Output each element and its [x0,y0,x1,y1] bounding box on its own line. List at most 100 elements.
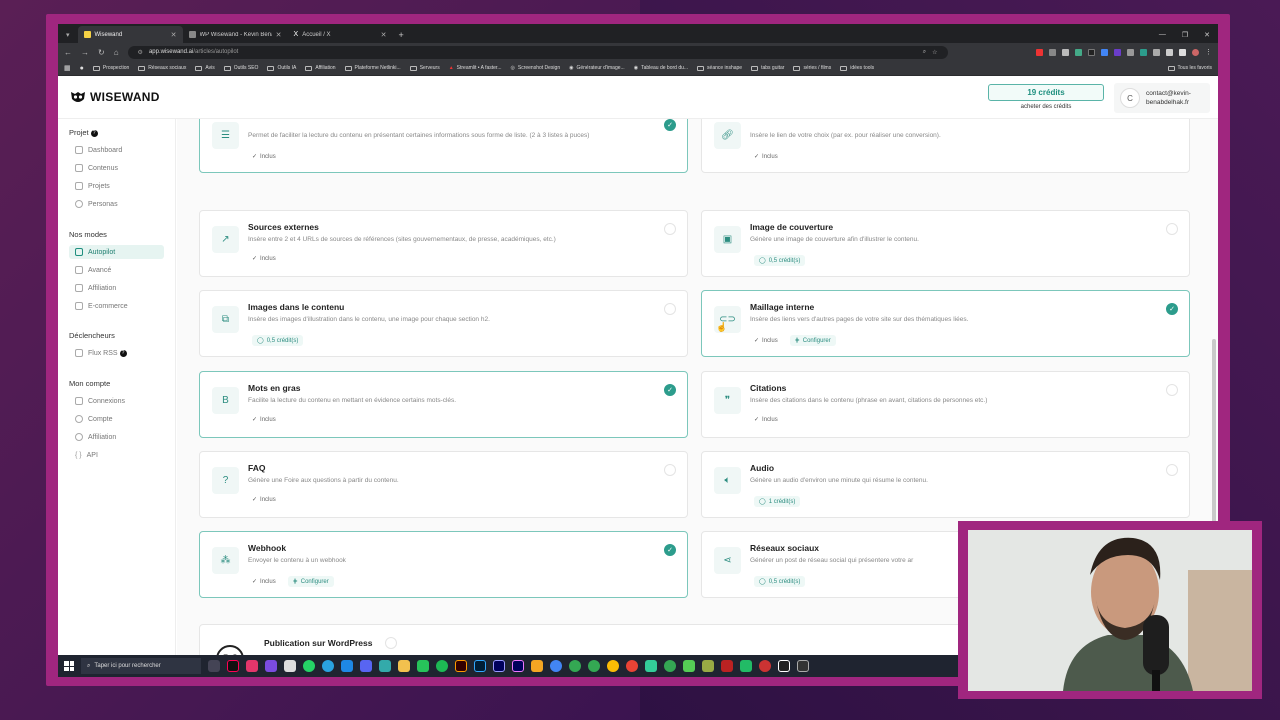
configure-button[interactable]: ⋕ Configurer [287,576,334,587]
app-icon[interactable] [341,660,353,672]
sidebar-item-affiliation-mode[interactable]: Affiliation [69,281,164,295]
option-card-sources[interactable]: ↗ Sources externes Insère entre 2 et 4 U… [199,210,688,277]
bookmark-icon[interactable]: ● [80,65,84,72]
bookmark-item[interactable]: idées tools [840,65,874,71]
tab-menu-icon[interactable]: ▾ [58,26,78,43]
extension-icon[interactable] [1140,48,1147,56]
extension-icon[interactable] [1075,48,1082,56]
chrome-icon[interactable] [569,660,581,672]
windows-start-icon[interactable] [64,661,74,671]
sidebar-item-projets[interactable]: Projets [69,179,164,193]
bookmark-item[interactable]: Réseaux sociaux [138,65,186,71]
select-radio[interactable] [664,464,676,476]
extension-icon[interactable] [1088,48,1095,56]
option-card-faq[interactable]: ? FAQ Génère une Foire aux questions à p… [199,451,688,518]
app-icon[interactable] [702,660,714,672]
task-view-icon[interactable] [208,660,220,672]
extension-icon[interactable] [1062,48,1069,56]
profile-icon[interactable] [1192,48,1199,56]
extension-icon[interactable] [1101,48,1108,56]
new-tab-icon[interactable]: + [399,26,404,43]
option-card-images[interactable]: ⧉ Images dans le contenu Insère des imag… [199,290,688,357]
explorer-icon[interactable] [398,660,410,672]
spotify-icon[interactable] [436,660,448,672]
app-icon[interactable] [246,660,258,672]
sidebar-item-affiliation-account[interactable]: Affiliation [69,430,164,444]
browser-tab-x[interactable]: X Accueil / X ✕ [288,26,393,43]
sidebar-item-personas[interactable]: Personas [69,197,164,211]
all-bookmarks[interactable]: Tous les favoris [1167,65,1212,71]
option-card-lists[interactable]: ☰ Permet de faciliter la lecture du cont… [199,119,688,173]
selected-check-icon[interactable]: ✓ [1166,303,1178,315]
bookmark-star-icon[interactable]: ☆ [932,49,937,56]
user-menu[interactable]: C contact@kevin- benabdelhak.fr [1114,83,1210,113]
after-effects-icon[interactable] [493,660,505,672]
chrome-icon[interactable] [588,660,600,672]
sidebar-item-compte[interactable]: Compte [69,412,164,426]
scrollbar[interactable] [1212,339,1216,539]
menu-dots-icon[interactable]: ⋮ [1205,49,1212,56]
apps-grid-icon[interactable]: ▦ [64,64,71,72]
app-icon[interactable] [531,660,543,672]
bookmark-item[interactable]: Outils IA [267,65,296,71]
select-radio[interactable] [1166,384,1178,396]
browser-tab-wp[interactable]: WP Wisewand - Kevin Benabdelhak ✕ [183,26,288,43]
select-radio[interactable] [664,223,676,235]
app-icon[interactable] [759,660,771,672]
bookmark-item[interactable]: ◉ Tableau de bord du... [634,65,688,71]
sidebar-item-dashboard[interactable]: Dashboard [69,143,164,157]
forward-icon[interactable]: → [81,48,89,57]
configure-button[interactable]: ⋕ Configurer [789,335,836,346]
download-icon[interactable] [1179,48,1186,56]
puzzle-icon[interactable] [1153,48,1160,56]
back-icon[interactable]: ← [64,48,72,57]
discord-icon[interactable] [360,660,372,672]
select-radio[interactable] [385,637,397,649]
bookmark-item[interactable]: Serveurs [409,65,440,71]
whatsapp-icon[interactable] [303,660,315,672]
extension-icon[interactable] [1127,48,1134,56]
capcut-icon[interactable] [778,660,790,672]
selected-check-icon[interactable]: ✓ [664,119,676,131]
app-icon[interactable] [265,660,277,672]
bookmark-item[interactable]: tabs guitar [751,65,784,71]
sidebar-item-connexions[interactable]: Connexions [69,394,164,408]
buy-credits-link[interactable]: acheter des crédits [988,104,1104,110]
close-tab-icon[interactable]: ✕ [276,31,282,39]
restore-icon[interactable]: ❐ [1182,31,1188,39]
bookmark-item[interactable]: ◎ Screenshot Design [510,65,560,71]
select-radio[interactable] [664,303,676,315]
tiktok-icon[interactable] [227,660,239,672]
sidebar-item-contenus[interactable]: Contenus [69,161,164,175]
telegram-icon[interactable] [322,660,334,672]
bookmark-item[interactable]: Prospection [92,65,129,71]
option-card-link[interactable]: 🔗︎ Insère le lien de votre choix (par ex… [701,119,1190,173]
option-card-bold[interactable]: B Mots en gras Facilite la lecture du co… [199,371,688,438]
close-window-icon[interactable]: ✕ [1204,31,1210,39]
app-icon[interactable] [797,660,809,672]
chrome-icon[interactable] [550,660,562,672]
sidebar-item-api[interactable]: { } API [69,448,164,462]
credits-badge[interactable]: 19 crédits [988,84,1104,101]
close-tab-icon[interactable]: ✕ [381,31,387,39]
chrome-icon[interactable] [664,660,676,672]
selected-check-icon[interactable]: ✓ [664,544,676,556]
zoom-search-icon[interactable]: ⌕ [923,49,926,56]
extension-icon[interactable] [1114,48,1121,56]
minimize-icon[interactable]: — [1159,31,1166,38]
premiere-icon[interactable] [512,660,524,672]
bookmark-item[interactable]: Affiliation [305,65,336,71]
selected-check-icon[interactable]: ✓ [664,384,676,396]
extension-icon[interactable] [1049,48,1056,56]
reload-icon[interactable]: ↻ [98,48,105,57]
taskbar-search-input[interactable]: ⌕ Taper ici pour rechercher [81,658,201,674]
sidebar-item-rss[interactable]: Flux RSS? [69,346,164,360]
wisewand-logo[interactable]: WISEWAND [70,90,160,104]
option-card-quotes[interactable]: ❞ Citations Insère des citations dans le… [701,371,1190,438]
bookmark-item[interactable]: ▲ Streamlit • A faster... [449,65,502,71]
option-card-internal-links[interactable]: ⊂⊃ Maillage interne Insère des liens ver… [701,290,1190,357]
filezilla-icon[interactable] [721,660,733,672]
select-radio[interactable] [1166,464,1178,476]
help-icon[interactable]: ? [119,349,127,357]
sidebar-item-ecommerce[interactable]: E-commerce [69,299,164,313]
